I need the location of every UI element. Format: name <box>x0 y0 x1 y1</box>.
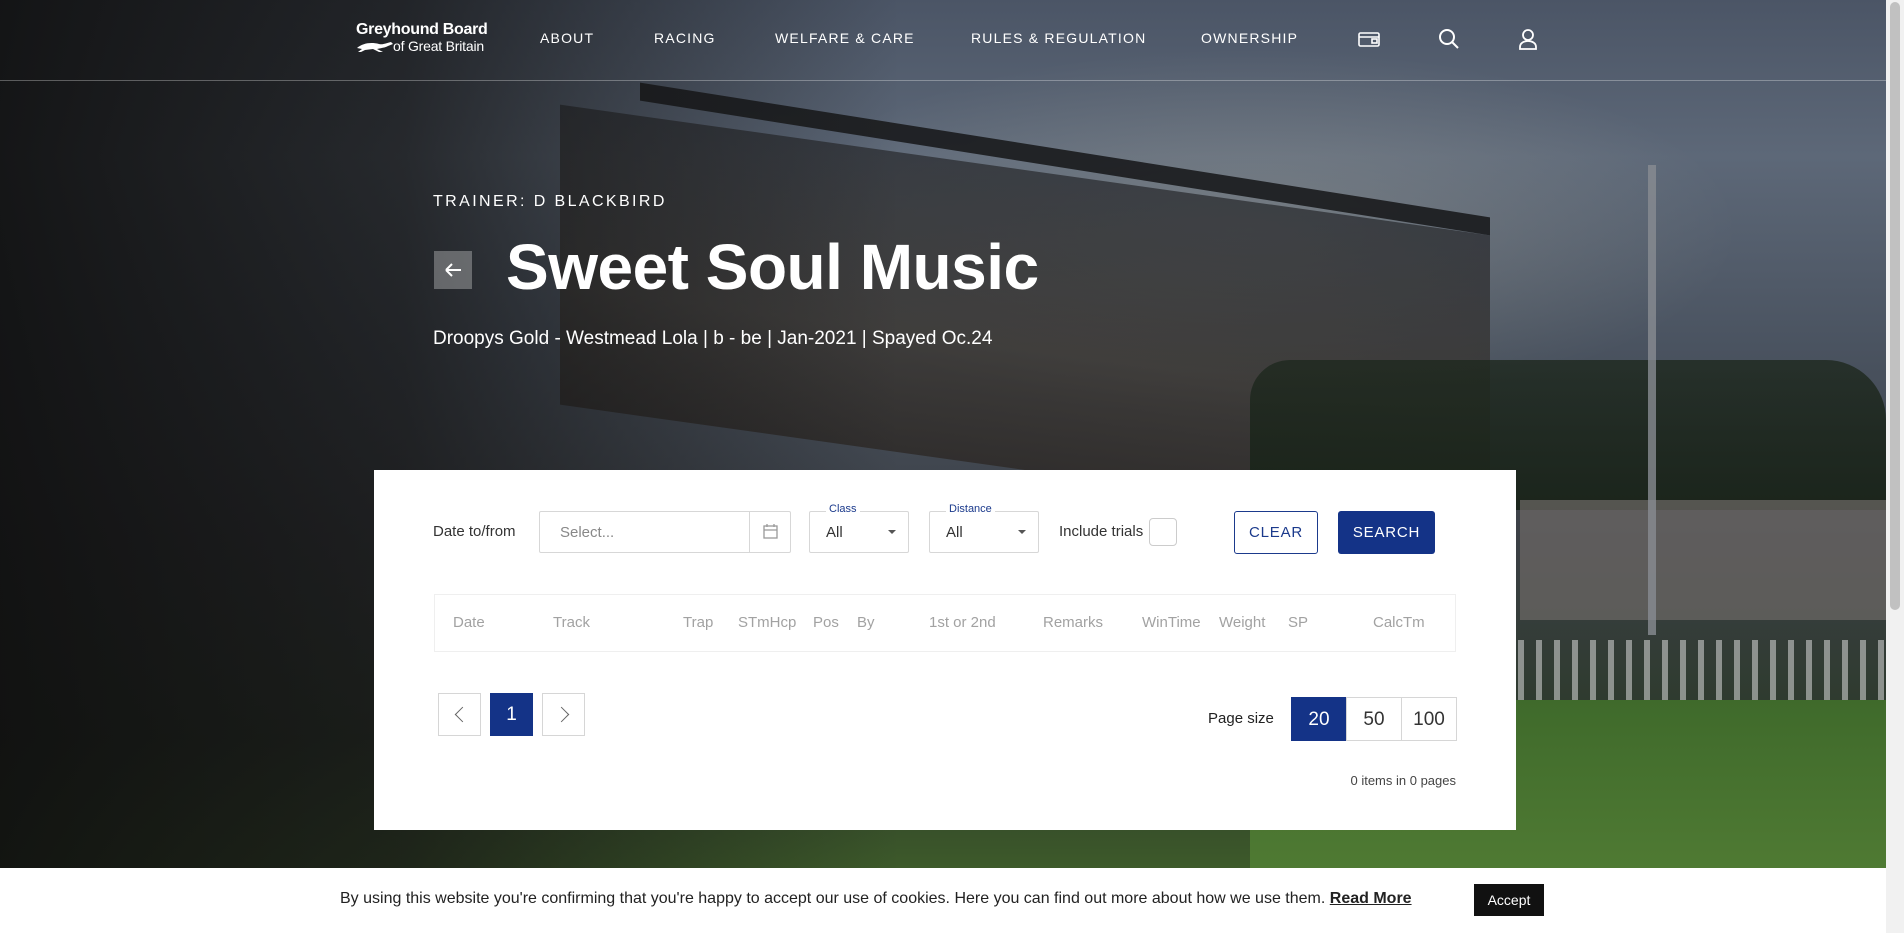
scrollbar-thumb[interactable] <box>1890 2 1900 610</box>
class-select[interactable]: Class All <box>809 503 909 553</box>
cookie-banner: By using this website you're confirming … <box>0 868 1886 933</box>
date-range-input[interactable]: Select... <box>539 511 791 553</box>
logo-line-1: Greyhound Board <box>356 21 488 38</box>
include-trials-label: Include trials <box>1059 523 1144 540</box>
page-size-50[interactable]: 50 <box>1346 697 1402 741</box>
class-value: All <box>826 524 843 541</box>
col-sp[interactable]: SP <box>1288 614 1308 631</box>
next-page-button[interactable] <box>542 693 585 736</box>
logo-line-2: of Great Britain <box>393 38 484 54</box>
search-button[interactable]: SEARCH <box>1338 511 1435 554</box>
wallet-icon[interactable] <box>1357 27 1381 51</box>
floodlight-pole <box>1648 165 1656 635</box>
page-size-100[interactable]: 100 <box>1401 697 1457 741</box>
accept-cookies-button[interactable]: Accept <box>1474 884 1544 916</box>
page-size-20[interactable]: 20 <box>1291 697 1347 741</box>
chevron-down-icon <box>888 530 896 534</box>
include-trials-checkbox[interactable] <box>1149 518 1177 546</box>
chevron-down-icon <box>1018 530 1026 534</box>
houses-image <box>1520 500 1886 620</box>
nav-about[interactable]: ABOUT <box>540 30 594 46</box>
cookie-text: By using this website you're confirming … <box>340 890 1412 908</box>
page-size-label: Page size <box>1208 710 1274 727</box>
col-by[interactable]: By <box>857 614 875 631</box>
calendar-icon <box>763 524 778 539</box>
trainer-label: TRAINER: D BLACKBIRD <box>433 193 667 210</box>
search-icon[interactable] <box>1437 27 1461 51</box>
results-table-header: Date Track Trap STmHcp Pos By 1st or 2nd… <box>434 594 1456 652</box>
class-caption: Class <box>826 503 860 515</box>
greyhound-details: Droopys Gold - Westmead Lola | b - be | … <box>433 328 993 349</box>
date-placeholder: Select... <box>560 524 615 541</box>
back-button[interactable] <box>434 251 472 289</box>
col-1st-or-2nd[interactable]: 1st or 2nd <box>929 614 996 631</box>
chevron-left-icon <box>454 706 471 723</box>
col-wintime[interactable]: WinTime <box>1142 614 1201 631</box>
col-trap[interactable]: Trap <box>683 614 713 631</box>
col-track[interactable]: Track <box>553 614 590 631</box>
cookie-message: By using this website you're confirming … <box>340 890 1326 907</box>
prev-page-button[interactable] <box>438 693 481 736</box>
col-stmhcp[interactable]: STmHcp <box>738 614 796 631</box>
nav-racing[interactable]: RACING <box>654 30 716 46</box>
nav-ownership[interactable]: OWNERSHIP <box>1201 30 1298 46</box>
items-count: 0 items in 0 pages <box>1350 773 1456 788</box>
col-pos[interactable]: Pos <box>813 614 839 631</box>
clear-button[interactable]: CLEAR <box>1234 511 1318 554</box>
date-label: Date to/from <box>433 523 516 540</box>
top-navigation: Greyhound Board of Great Britain ABOUT R… <box>0 0 1886 81</box>
page-title: Sweet Soul Music <box>506 231 1039 303</box>
track-fence <box>1500 640 1886 700</box>
col-remarks[interactable]: Remarks <box>1043 614 1103 631</box>
user-icon[interactable] <box>1516 27 1540 51</box>
cookie-scrollbar <box>1886 868 1904 933</box>
calendar-button[interactable] <box>749 512 790 552</box>
col-weight[interactable]: Weight <box>1219 614 1265 631</box>
nav-rules-regulation[interactable]: RULES & REGULATION <box>971 30 1146 46</box>
col-calctm[interactable]: CalcTm <box>1373 614 1425 631</box>
nav-welfare-care[interactable]: WELFARE & CARE <box>775 30 915 46</box>
chevron-right-icon <box>553 706 570 723</box>
form-results-panel: Date to/from Select... Class All Distanc… <box>374 470 1516 830</box>
read-more-link[interactable]: Read More <box>1330 890 1412 907</box>
distance-caption: Distance <box>946 503 995 515</box>
col-date[interactable]: Date <box>453 614 485 631</box>
distance-value: All <box>946 524 963 541</box>
page-1-button[interactable]: 1 <box>490 693 533 736</box>
arrow-left-icon <box>445 263 461 277</box>
site-logo[interactable]: Greyhound Board of Great Britain <box>355 21 495 57</box>
distance-select[interactable]: Distance All <box>929 503 1039 553</box>
greyhound-logo-icon <box>357 42 393 52</box>
page-scrollbar[interactable] <box>1886 0 1904 868</box>
